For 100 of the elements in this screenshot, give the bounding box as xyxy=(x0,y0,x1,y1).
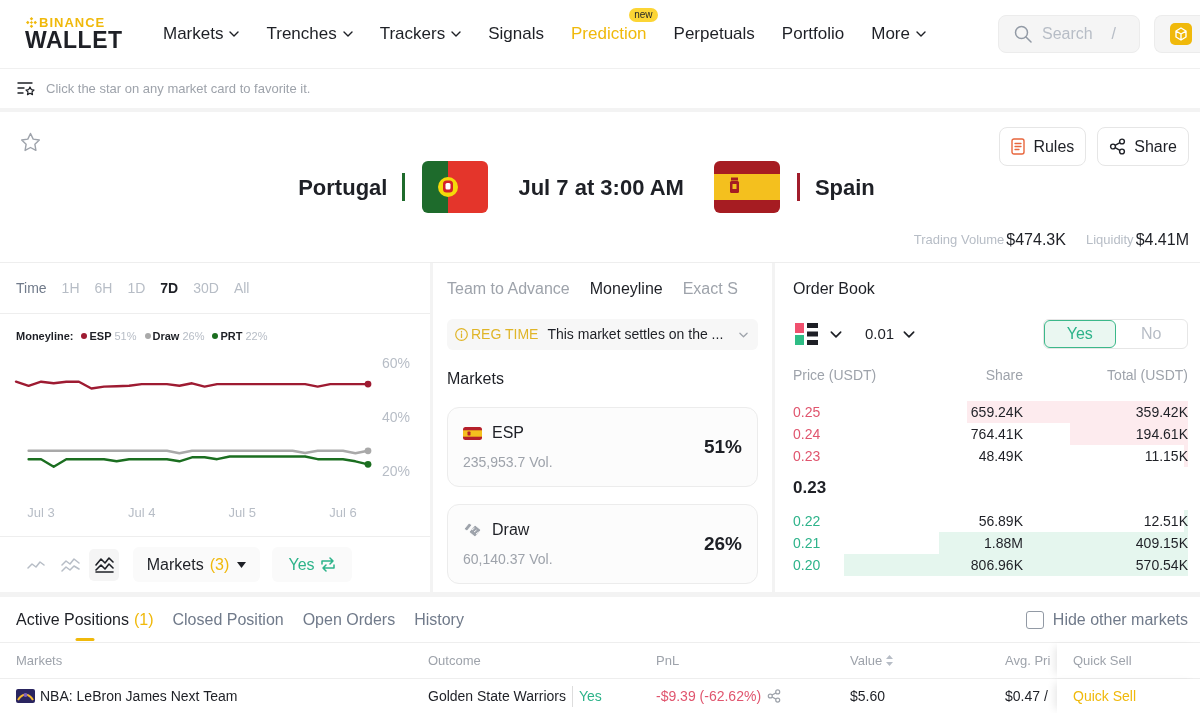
price-cell: 0.24 xyxy=(793,425,821,442)
legend-series-name: ESP xyxy=(89,328,112,344)
avg-price-text: $0.47 / xyxy=(1005,686,1048,706)
price-cell: 0.21 xyxy=(793,534,821,551)
total-cell: 359.42K xyxy=(1135,403,1188,420)
price-cell: 0.25 xyxy=(793,403,821,420)
legend-value: 51% xyxy=(114,328,137,344)
total-cell: 12.51K xyxy=(1143,512,1188,529)
logo-brand-text: BINANCE xyxy=(39,16,106,29)
order-book-row[interactable]: 0.20 806.96K 570.54K xyxy=(793,554,1188,576)
share-cell: 1.88M xyxy=(984,534,1023,551)
new-badge: new xyxy=(629,8,658,23)
section-heading: Markets xyxy=(447,369,504,389)
chevron-down-icon xyxy=(739,331,748,338)
nav-link[interactable]: Trackers xyxy=(379,21,462,47)
share-icon[interactable] xyxy=(767,689,782,703)
market-name: NBA: LeBron James Next Team xyxy=(40,686,238,706)
cube-icon xyxy=(1170,23,1192,45)
nav-link[interactable]: More xyxy=(871,21,926,47)
y-axis-label: 60% xyxy=(382,354,411,371)
nav-link[interactable]: Signals xyxy=(488,21,544,47)
chevron-down-icon xyxy=(342,31,353,37)
chevron-down-icon xyxy=(451,31,462,37)
market-volume: 235,953.7 Vol. xyxy=(463,453,553,472)
total-cell: 570.54K xyxy=(1135,556,1188,573)
share-cell: 764.41K xyxy=(970,425,1023,442)
share-cell: 806.96K xyxy=(970,556,1023,573)
total-cell: 409.15K xyxy=(1135,534,1188,551)
layout-dropdown[interactable] xyxy=(795,323,842,345)
legend-title: Moneyline: xyxy=(16,328,74,344)
multi-line-chart-icon xyxy=(60,557,80,572)
x-axis-label: Jul 4 xyxy=(127,505,156,520)
outcome-text: Golden State Warriors xyxy=(428,686,566,706)
stat-label: Trading Volume xyxy=(913,231,1005,250)
order-book-row[interactable]: 0.23 48.49K 11.15K xyxy=(793,445,1188,467)
info-icon xyxy=(455,328,468,341)
y-axis-label: 20% xyxy=(382,462,411,479)
logo-wordmark-text: WALLET xyxy=(25,29,123,52)
price-cell: 0.20 xyxy=(793,556,821,573)
stat-value: $474.3K xyxy=(1006,230,1066,250)
order-book-row[interactable]: 0.24 764.41K 194.61K xyxy=(793,423,1188,445)
swap-icon xyxy=(319,557,336,572)
market-card[interactable]: ESP 235,953.7 Vol. 51% xyxy=(447,407,758,487)
chart-style-button[interactable] xyxy=(89,548,119,581)
caret-down-icon xyxy=(237,561,247,568)
star-icon[interactable] xyxy=(20,132,41,152)
time-label: Time xyxy=(16,278,47,298)
team-logo-icon xyxy=(16,689,35,703)
team-name: Spain xyxy=(814,174,875,200)
market-name: ESP xyxy=(492,423,524,443)
market-card[interactable]: Draw 60,140.37 Vol. 26% xyxy=(447,504,758,584)
checkbox-label[interactable]: Hide other markets xyxy=(1052,607,1188,632)
share-cell: 48.49K xyxy=(978,447,1023,464)
tick-size-dropdown[interactable]: 0.01 xyxy=(865,322,916,346)
time-range-tab[interactable]: 7D xyxy=(160,277,179,299)
market-type-tab[interactable]: Moneyline xyxy=(589,276,663,301)
value-text: $5.60 xyxy=(850,686,886,706)
cube-button[interactable] xyxy=(1154,15,1200,53)
panel-title: Order Book xyxy=(793,278,875,299)
legend-series-name: Draw xyxy=(152,328,180,344)
settlement-notice[interactable]: REG TIME This market settles on the ... xyxy=(447,319,758,350)
logo-icon xyxy=(26,17,37,28)
nav-link[interactable]: Trenches xyxy=(266,21,353,47)
order-book-row[interactable]: 0.21 1.88M 409.15K xyxy=(793,532,1188,554)
chevron-down-icon xyxy=(229,31,240,37)
nav-link[interactable]: Perpetuals xyxy=(673,21,755,47)
positions-tab[interactable]: Open Orders xyxy=(302,597,396,642)
line-end-marker xyxy=(364,380,372,388)
side-text: Yes xyxy=(572,685,602,707)
share-cell: 56.89K xyxy=(978,512,1023,529)
handshake-icon xyxy=(463,522,482,538)
flag-icon xyxy=(422,161,489,213)
positions-tab[interactable]: Active Positions (1) xyxy=(16,597,154,642)
rules-button[interactable]: Rules xyxy=(999,127,1087,166)
x-axis-label: Jul 3 xyxy=(27,505,55,520)
total-cell: 11.15K xyxy=(1144,447,1188,464)
match-time: Jul 7 at 3:00 AM xyxy=(518,173,684,202)
order-book-row[interactable]: 0.25 659.24K 359.42K xyxy=(793,401,1188,423)
notice-tag: REG TIME xyxy=(471,324,539,345)
chevron-down-icon xyxy=(830,330,842,338)
area-chart-icon xyxy=(94,556,114,573)
markets-dropdown[interactable]: Markets (3) xyxy=(133,547,260,582)
stat-value: $4.41M xyxy=(1135,230,1189,250)
shortcut-key-hint: / xyxy=(1111,24,1116,44)
document-icon xyxy=(1011,138,1026,155)
positions-tab[interactable]: History xyxy=(414,597,464,642)
price-cell: 0.23 xyxy=(793,447,821,464)
nav-link[interactable]: Portfolio xyxy=(781,21,845,47)
pnl-text: -$9.39 (-62.62%) xyxy=(656,686,762,706)
sort-icon xyxy=(886,655,894,666)
legend-value: 26% xyxy=(182,328,205,344)
favorite-hint-text: Click the star on any market card to favorite it. xyxy=(46,79,311,98)
y-axis-label: 40% xyxy=(382,408,411,425)
positions-tab[interactable]: Closed Position xyxy=(172,597,284,642)
nav-link[interactable]: Markets xyxy=(163,21,240,47)
x-axis-label: Jul 6 xyxy=(329,505,357,520)
share-icon xyxy=(1109,138,1127,155)
checkbox[interactable] xyxy=(1025,610,1044,629)
share-button[interactable]: Share xyxy=(1097,127,1189,166)
order-book-row[interactable]: 0.22 56.89K 12.51K xyxy=(793,510,1188,532)
